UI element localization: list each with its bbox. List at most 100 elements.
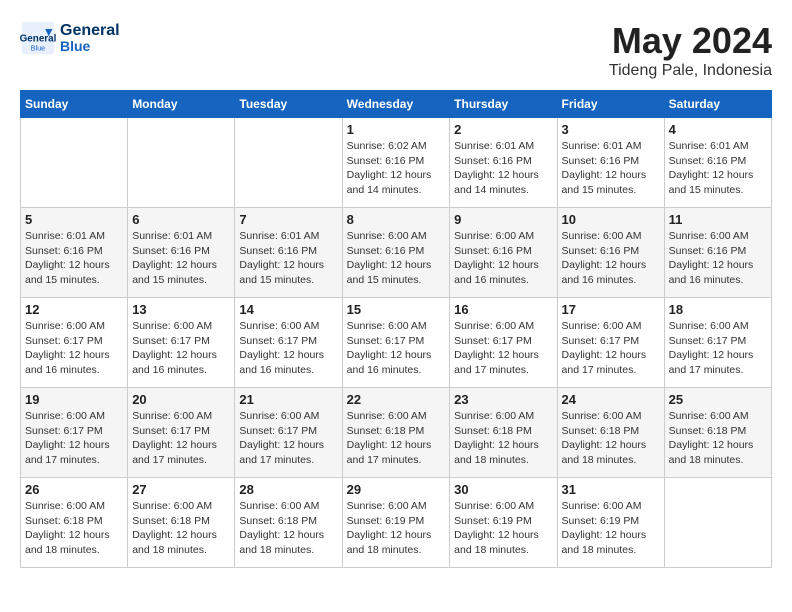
day-number: 20 xyxy=(132,392,230,407)
calendar-cell: 23 Sunrise: 6:00 AMSunset: 6:18 PMDayligh… xyxy=(450,388,557,478)
month-title: May 2024 xyxy=(609,20,772,62)
day-info: Sunrise: 6:00 AMSunset: 6:19 PMDaylight:… xyxy=(347,499,446,558)
location: Tideng Pale, Indonesia xyxy=(609,62,772,80)
calendar-cell: 7Sunrise: 6:01 AMSunset: 6:16 PMDaylight… xyxy=(235,208,342,298)
day-number: 31 xyxy=(562,482,660,497)
day-info: Sunrise: 6:00 AMSunset: 6:17 PMDaylight:… xyxy=(25,319,123,378)
weekday-header-row: SundayMondayTuesdayWednesdayThursdayFrid… xyxy=(21,91,772,118)
calendar-cell: 1Sunrise: 6:02 AMSunset: 6:16 PMDaylight… xyxy=(342,118,450,208)
day-info: Sunrise: 6:01 AMSunset: 6:16 PMDaylight:… xyxy=(25,229,123,288)
day-info: Sunrise: 6:01 AMSunset: 6:16 PMDaylight:… xyxy=(454,139,552,198)
day-info: Sunrise: 6:00 AMSunset: 6:19 PMDaylight:… xyxy=(454,499,552,558)
weekday-tuesday: Tuesday xyxy=(235,91,342,118)
day-number: 8 xyxy=(347,212,446,227)
day-info: Sunrise: 6:02 AMSunset: 6:16 PMDaylight:… xyxy=(347,139,446,198)
day-number: 25 xyxy=(669,392,767,407)
calendar-cell: 24Sunrise: 6:00 AMSunset: 6:18 PMDayligh… xyxy=(557,388,664,478)
day-info: Sunrise: 6:00 AMSunset: 6:17 PMDaylight:… xyxy=(347,319,446,378)
day-number: 22 xyxy=(347,392,446,407)
calendar-cell: 18Sunrise: 6:00 AMSunset: 6:17 PMDayligh… xyxy=(664,298,771,388)
day-info: Sunrise: 6:00 AMSunset: 6:17 PMDaylight:… xyxy=(669,319,767,378)
day-number: 21 xyxy=(239,392,337,407)
day-number: 23 xyxy=(454,392,552,407)
calendar-body: 1Sunrise: 6:02 AMSunset: 6:16 PMDaylight… xyxy=(21,118,772,568)
day-info: Sunrise: 6:00 AMSunset: 6:17 PMDaylight:… xyxy=(132,409,230,468)
day-number: 3 xyxy=(562,122,660,137)
day-info: Sunrise: 6:00 AMSunset: 6:18 PMDaylight:… xyxy=(562,409,660,468)
day-info: Sunrise: 6:00 AMSunset: 6:17 PMDaylight:… xyxy=(132,319,230,378)
calendar-cell xyxy=(21,118,128,208)
calendar-cell: 22 Sunrise: 6:00 AMSunset: 6:18 PMDayligh… xyxy=(342,388,450,478)
calendar-week-4: 19 Sunrise: 6:00 AMSunset: 6:17 PMDayligh… xyxy=(21,388,772,478)
calendar-cell: 8 Sunrise: 6:00 AMSunset: 6:16 PMDaylight… xyxy=(342,208,450,298)
day-info: Sunrise: 6:00 AMSunset: 6:17 PMDaylight:… xyxy=(562,319,660,378)
weekday-saturday: Saturday xyxy=(664,91,771,118)
day-info: Sunrise: 6:01 AMSunset: 6:16 PMDaylight:… xyxy=(562,139,660,198)
day-info: Sunrise: 6:00 AMSunset: 6:16 PMDaylight:… xyxy=(454,229,552,288)
calendar-cell: 25 Sunrise: 6:00 AMSunset: 6:18 PMDayligh… xyxy=(664,388,771,478)
day-info: Sunrise: 6:00 AMSunset: 6:16 PMDaylight:… xyxy=(347,229,446,288)
day-number: 28 xyxy=(239,482,337,497)
calendar-cell: 30 Sunrise: 6:00 AMSunset: 6:19 PMDayligh… xyxy=(450,478,557,568)
calendar-cell: 9 Sunrise: 6:00 AMSunset: 6:16 PMDaylight… xyxy=(450,208,557,298)
logo-text-block: General Blue xyxy=(60,22,120,55)
logo: General Blue General Blue xyxy=(20,20,120,56)
day-info: Sunrise: 6:00 AMSunset: 6:18 PMDaylight:… xyxy=(25,499,123,558)
calendar-cell: 16 Sunrise: 6:00 AMSunset: 6:17 PMDayligh… xyxy=(450,298,557,388)
day-info: Sunrise: 6:01 AMSunset: 6:16 PMDaylight:… xyxy=(239,229,337,288)
logo-line2: Blue xyxy=(60,39,120,54)
calendar-cell xyxy=(235,118,342,208)
day-info: Sunrise: 6:00 AMSunset: 6:18 PMDaylight:… xyxy=(132,499,230,558)
day-number: 2 xyxy=(454,122,552,137)
day-number: 5 xyxy=(25,212,123,227)
day-info: Sunrise: 6:00 AMSunset: 6:18 PMDaylight:… xyxy=(239,499,337,558)
calendar-week-5: 26Sunrise: 6:00 AMSunset: 6:18 PMDayligh… xyxy=(21,478,772,568)
calendar-week-1: 1Sunrise: 6:02 AMSunset: 6:16 PMDaylight… xyxy=(21,118,772,208)
calendar-cell xyxy=(664,478,771,568)
day-number: 9 xyxy=(454,212,552,227)
weekday-sunday: Sunday xyxy=(21,91,128,118)
calendar-cell: 2 Sunrise: 6:01 AMSunset: 6:16 PMDaylight… xyxy=(450,118,557,208)
day-number: 12 xyxy=(25,302,123,317)
calendar-cell: 19Sunrise: 6:00 AMSunset: 6:17 PMDayligh… xyxy=(21,388,128,478)
calendar-cell: 5 Sunrise: 6:01 AMSunset: 6:16 PMDaylight… xyxy=(21,208,128,298)
calendar-cell: 4 Sunrise: 6:01 AMSunset: 6:16 PMDaylight… xyxy=(664,118,771,208)
calendar-cell: 13 Sunrise: 6:00 AMSunset: 6:17 PMDayligh… xyxy=(128,298,235,388)
calendar-cell xyxy=(128,118,235,208)
calendar-cell: 17Sunrise: 6:00 AMSunset: 6:17 PMDayligh… xyxy=(557,298,664,388)
day-number: 19 xyxy=(25,392,123,407)
calendar-cell: 15 Sunrise: 6:00 AMSunset: 6:17 PMDayligh… xyxy=(342,298,450,388)
calendar-table: SundayMondayTuesdayWednesdayThursdayFrid… xyxy=(20,90,772,568)
weekday-monday: Monday xyxy=(128,91,235,118)
day-number: 10 xyxy=(562,212,660,227)
day-number: 13 xyxy=(132,302,230,317)
day-info: Sunrise: 6:00 AMSunset: 6:16 PMDaylight:… xyxy=(669,229,767,288)
logo-icon: General Blue xyxy=(20,20,56,56)
calendar-cell: 27Sunrise: 6:00 AMSunset: 6:18 PMDayligh… xyxy=(128,478,235,568)
day-number: 15 xyxy=(347,302,446,317)
calendar-cell: 11 Sunrise: 6:00 AMSunset: 6:16 PMDayligh… xyxy=(664,208,771,298)
day-number: 16 xyxy=(454,302,552,317)
calendar-week-2: 5 Sunrise: 6:01 AMSunset: 6:16 PMDaylight… xyxy=(21,208,772,298)
calendar-cell: 12 Sunrise: 6:00 AMSunset: 6:17 PMDayligh… xyxy=(21,298,128,388)
calendar-cell: 10Sunrise: 6:00 AMSunset: 6:16 PMDayligh… xyxy=(557,208,664,298)
weekday-friday: Friday xyxy=(557,91,664,118)
calendar-cell: 31 Sunrise: 6:00 AMSunset: 6:19 PMDayligh… xyxy=(557,478,664,568)
day-number: 6 xyxy=(132,212,230,227)
day-info: Sunrise: 6:00 AMSunset: 6:18 PMDaylight:… xyxy=(454,409,552,468)
day-info: Sunrise: 6:00 AMSunset: 6:17 PMDaylight:… xyxy=(454,319,552,378)
day-info: Sunrise: 6:00 AMSunset: 6:17 PMDaylight:… xyxy=(239,409,337,468)
day-number: 11 xyxy=(669,212,767,227)
day-number: 30 xyxy=(454,482,552,497)
calendar-cell: 3 Sunrise: 6:01 AMSunset: 6:16 PMDaylight… xyxy=(557,118,664,208)
day-info: Sunrise: 6:00 AMSunset: 6:19 PMDaylight:… xyxy=(562,499,660,558)
calendar-cell: 26Sunrise: 6:00 AMSunset: 6:18 PMDayligh… xyxy=(21,478,128,568)
calendar-week-3: 12 Sunrise: 6:00 AMSunset: 6:17 PMDayligh… xyxy=(21,298,772,388)
day-number: 4 xyxy=(669,122,767,137)
day-number: 29 xyxy=(347,482,446,497)
day-info: Sunrise: 6:00 AMSunset: 6:18 PMDaylight:… xyxy=(669,409,767,468)
day-info: Sunrise: 6:01 AMSunset: 6:16 PMDaylight:… xyxy=(669,139,767,198)
weekday-wednesday: Wednesday xyxy=(342,91,450,118)
day-info: Sunrise: 6:00 AMSunset: 6:18 PMDaylight:… xyxy=(347,409,446,468)
logo-line1: General xyxy=(60,22,120,40)
